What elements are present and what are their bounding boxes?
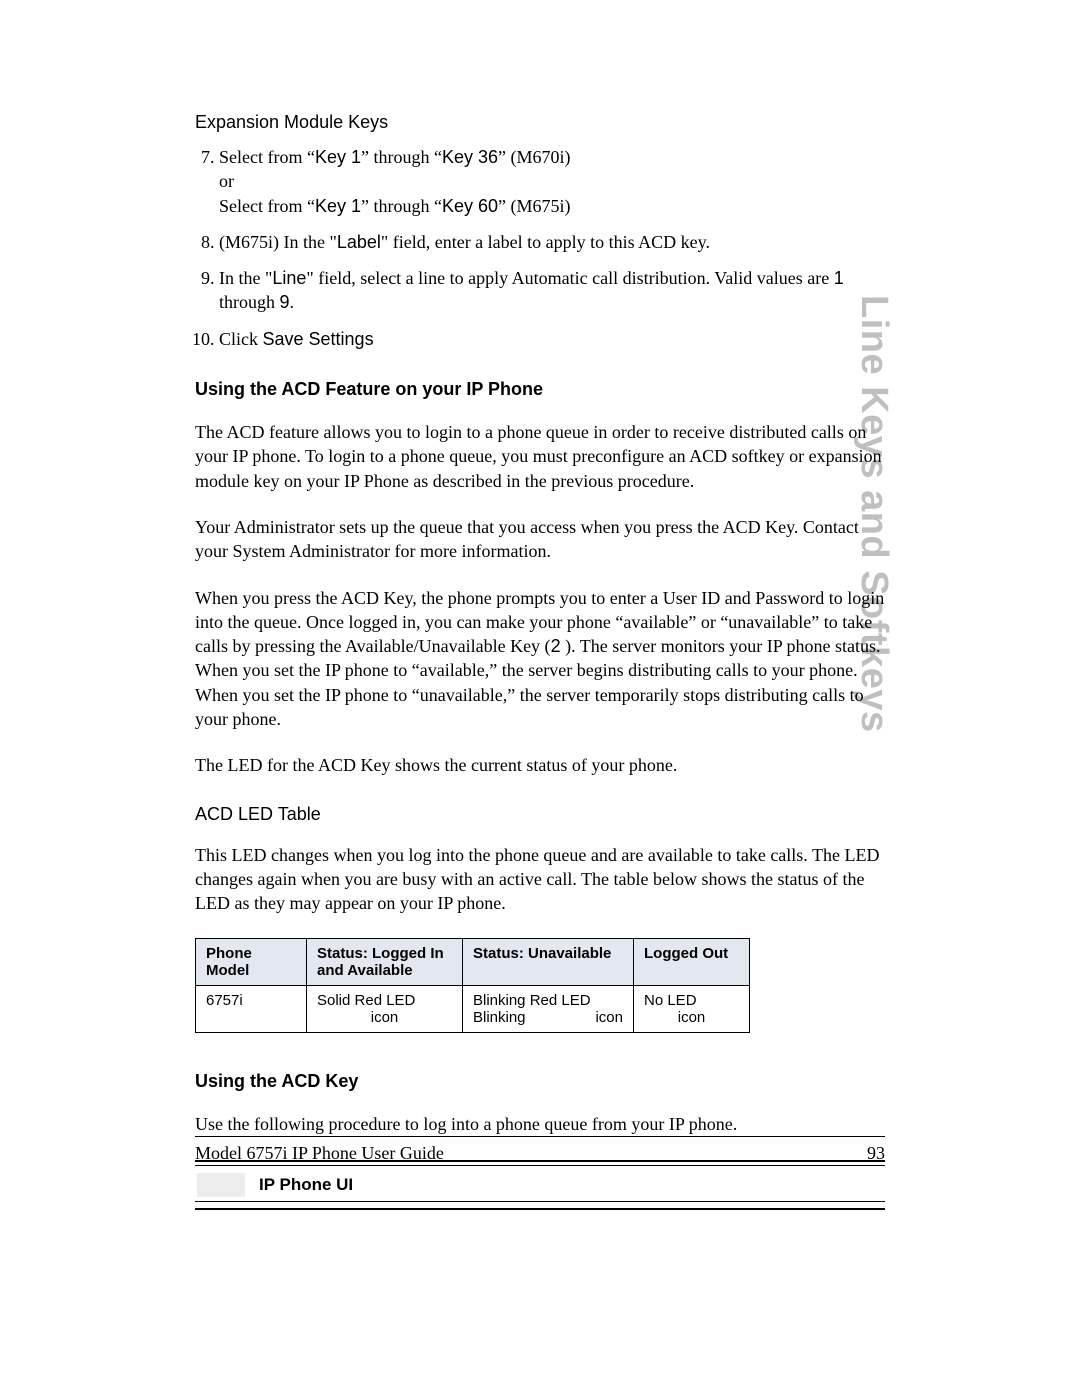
rule [195,1201,885,1202]
ip-phone-ui-bar: IP Phone UI [195,1160,885,1210]
text: or [219,171,234,191]
text: icon [317,1009,452,1026]
td-status-available: Solid Red LED icon [307,985,463,1032]
text: Select from “ [219,196,315,216]
list-item: (M675i) In the "Label" field, enter a la… [219,230,885,254]
table-header-row: Phone Model Status: Logged In and Availa… [196,938,750,985]
text: through [219,292,280,312]
text: In the " [219,268,272,288]
text: Blinking [473,1009,526,1026]
key-1-label: Key 1 [315,147,361,167]
paragraph: The LED for the ACD Key shows the curren… [195,753,885,777]
text: ” through “ [361,147,442,167]
text: " field, select a line to apply Automati… [306,268,833,288]
th-status-available: Status: Logged In and Available [307,938,463,985]
paragraph: Use the following procedure to log into … [195,1112,885,1136]
text: " field, enter a label to apply to this … [381,232,710,252]
footer-guide-title: Model 6757i IP Phone User Guide [195,1143,444,1164]
th-logged-out: Logged Out [634,938,750,985]
rule [195,1165,885,1166]
table-row: 6757i Solid Red LED icon Blinking Red LE… [196,985,750,1032]
using-acd-feature-heading: Using the ACD Feature on your IP Phone [195,379,885,400]
th-phone-model: Phone Model [196,938,307,985]
paragraph: The ACD feature allows you to login to a… [195,420,885,493]
line-field: Line [272,268,306,288]
text: icon [644,1009,739,1026]
text: ” through “ [361,196,442,216]
key-60-label: Key 60 [442,196,498,216]
page-number: 93 [867,1143,885,1164]
td-status-unavailable: Blinking Red LED Blinking icon [463,985,634,1032]
page: Line Keys and Softkeys Expansion Module … [0,0,1080,1397]
value-1: 1 [834,268,844,288]
procedure-list: Select from “Key 1” through “Key 36” (M6… [195,145,885,351]
th-status-unavailable: Status: Unavailable [463,938,634,985]
key-36-label: Key 36 [442,147,498,167]
td-phone-model: 6757i [196,985,307,1032]
text: Select from “ [219,147,315,167]
content-area: Expansion Module Keys Select from “Key 1… [195,112,885,1213]
acd-led-table-heading: ACD LED Table [195,804,885,825]
key-2-label: 2 [551,636,561,656]
list-item: In the "Line" field, select a line to ap… [219,266,885,315]
page-footer: Model 6757i IP Phone User Guide 93 [195,1136,885,1164]
paragraph: When you press the ACD Key, the phone pr… [195,586,885,732]
value-9: 9 [280,292,290,312]
ui-icon-placeholder [197,1173,245,1197]
text: ” (M670i) [498,147,570,167]
text: No LED [644,992,697,1009]
label-field: Label [337,232,381,252]
ui-row: IP Phone UI [195,1172,885,1198]
text: Blinking Red LED [473,992,591,1009]
using-acd-key-heading: Using the ACD Key [195,1071,885,1092]
td-logged-out: No LED icon [634,985,750,1032]
text: Solid Red LED [317,992,415,1009]
list-item: Click Save Settings [219,327,885,351]
text: . [290,292,295,312]
ip-phone-ui-label: IP Phone UI [259,1175,353,1195]
rule [195,1208,885,1210]
text: Click [219,329,263,349]
text: (M675i) In the " [219,232,337,252]
paragraph: Your Administrator sets up the queue tha… [195,515,885,564]
key-1-label: Key 1 [315,196,361,216]
paragraph: This LED changes when you log into the p… [195,843,885,916]
acd-led-table: Phone Model Status: Logged In and Availa… [195,938,750,1033]
list-item: Select from “Key 1” through “Key 36” (M6… [219,145,885,218]
text: icon [595,1009,623,1026]
text: ” (M675i) [498,196,570,216]
save-settings-label: Save Settings [263,329,374,349]
expansion-module-keys-title: Expansion Module Keys [195,112,885,133]
